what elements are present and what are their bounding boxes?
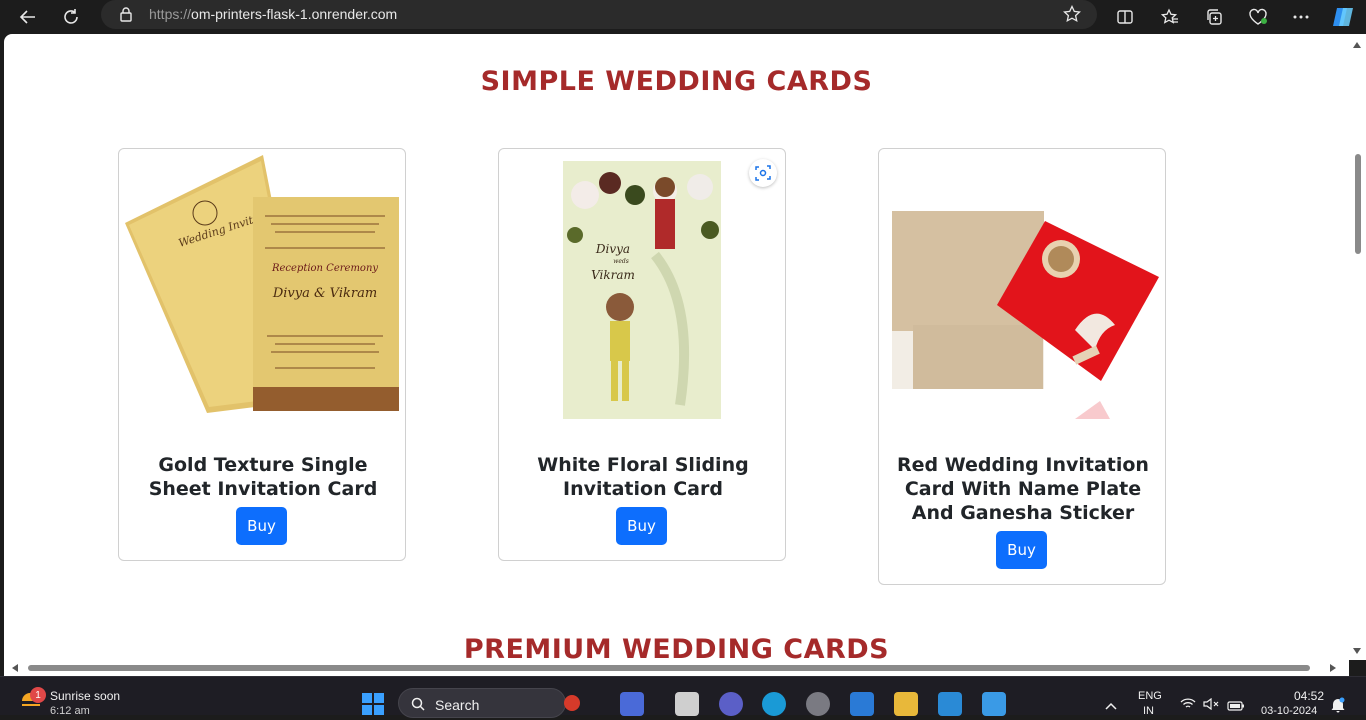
- gold-card-ceremony-text: Reception Ceremony: [271, 263, 378, 274]
- copilot-taskbar-icon[interactable]: [620, 692, 644, 716]
- teams-icon[interactable]: [719, 692, 743, 716]
- favorites-icon[interactable]: [1157, 4, 1183, 30]
- settings-icon[interactable]: [806, 692, 830, 716]
- address-bar[interactable]: https://om-printers-flask-1.onrender.com: [101, 0, 1097, 29]
- lock-icon[interactable]: [119, 6, 133, 26]
- horizontal-scrollbar[interactable]: [4, 660, 1349, 676]
- wifi-icon[interactable]: [1180, 695, 1196, 714]
- browser-toolbar: https://om-printers-flask-1.onrender.com: [0, 0, 1366, 34]
- copilot-icon[interactable]: [1330, 4, 1356, 30]
- vscode-icon[interactable]: [938, 692, 962, 716]
- more-icon[interactable]: [1288, 4, 1314, 30]
- windows-start-icon[interactable]: [361, 692, 385, 716]
- buy-button-gold[interactable]: Buy: [236, 507, 287, 545]
- search-icon: [411, 696, 425, 715]
- vertical-scrollbar[interactable]: [1349, 34, 1366, 660]
- url-scheme: https://: [149, 6, 192, 22]
- product-card: Red Wedding Invitation Card With Name Pl…: [878, 148, 1166, 585]
- favorite-star-icon[interactable]: [1063, 4, 1081, 27]
- floral-card-name1: Divya: [595, 242, 630, 256]
- scroll-down-icon[interactable]: [1353, 648, 1361, 654]
- battery-icon[interactable]: [1227, 696, 1245, 715]
- windows-taskbar: 1 Sunrise soon 6:12 am Search ENG IN 04:…: [0, 676, 1366, 718]
- volume-muted-icon[interactable]: [1203, 695, 1219, 714]
- product-image-gold-card[interactable]: Wedding Invitation Reception Ceremony Di…: [125, 155, 399, 419]
- product-image-floral-card[interactable]: Divya weds Vikram: [505, 155, 779, 419]
- scroll-left-icon[interactable]: [12, 664, 18, 672]
- buy-button-red[interactable]: Buy: [996, 531, 1047, 569]
- floral-card-weds: weds: [613, 258, 629, 265]
- taskbar-search-box[interactable]: Search: [398, 688, 580, 718]
- back-icon[interactable]: [15, 4, 41, 30]
- weather-title[interactable]: Sunrise soon: [50, 689, 120, 703]
- language-indicator-top[interactable]: ENG: [1138, 690, 1162, 702]
- collections-icon[interactable]: [1201, 4, 1227, 30]
- floral-card-name2: Vikram: [591, 268, 635, 282]
- url-text[interactable]: https://om-printers-flask-1.onrender.com: [149, 6, 397, 22]
- card-title-floral: White Floral Sliding Invitation Card: [537, 454, 749, 500]
- clock-time[interactable]: 04:52: [1294, 689, 1324, 703]
- url-host: om-printers-flask-1.onrender.com: [191, 6, 398, 22]
- gold-card-names-text: Divya & Vikram: [272, 286, 377, 301]
- product-card: Divya weds Vikram White Floral Sliding I…: [498, 148, 786, 561]
- task-view-icon[interactable]: [675, 692, 699, 716]
- vertical-scroll-thumb[interactable]: [1355, 154, 1361, 254]
- card-title-gold: Gold Texture Single Sheet Invitation Car…: [148, 454, 378, 500]
- weather-subtitle[interactable]: 6:12 am: [50, 705, 90, 717]
- card-title-red: Red Wedding Invitation Card With Name Pl…: [897, 454, 1149, 524]
- refresh-icon[interactable]: [58, 4, 84, 30]
- browser-essentials-icon[interactable]: [1245, 4, 1271, 30]
- taskbar-search-label: Search: [435, 697, 480, 713]
- buy-button-floral[interactable]: Buy: [616, 507, 667, 545]
- notifications-bell-icon[interactable]: [1331, 697, 1345, 717]
- edge-icon[interactable]: [762, 692, 786, 716]
- section-title-premium: PREMIUM WEDDING CARDS: [463, 634, 890, 660]
- page-viewport: SIMPLE WEDDING CARDS Wedding Invitation …: [4, 34, 1349, 660]
- notification-count-badge[interactable]: 1: [30, 687, 46, 703]
- product-image-red-card[interactable]: [885, 155, 1159, 419]
- microsoft-store-icon[interactable]: [850, 692, 874, 716]
- visual-search-icon[interactable]: [749, 159, 777, 187]
- clock-date[interactable]: 03-10-2024: [1261, 705, 1317, 717]
- split-screen-icon[interactable]: [1112, 4, 1138, 30]
- product-card: Wedding Invitation Reception Ceremony Di…: [118, 148, 406, 561]
- horizontal-scroll-thumb[interactable]: [28, 665, 1310, 671]
- section-title-simple: SIMPLE WEDDING CARDS: [480, 66, 873, 97]
- show-hidden-icons-chevron-icon[interactable]: [1105, 695, 1117, 714]
- scroll-up-icon[interactable]: [1353, 42, 1361, 48]
- scroll-right-icon[interactable]: [1330, 664, 1336, 672]
- language-indicator-bottom[interactable]: IN: [1143, 705, 1154, 717]
- photos-icon[interactable]: [982, 692, 1006, 716]
- file-explorer-icon[interactable]: [894, 692, 918, 716]
- search-highlight-apple-icon: [564, 695, 580, 711]
